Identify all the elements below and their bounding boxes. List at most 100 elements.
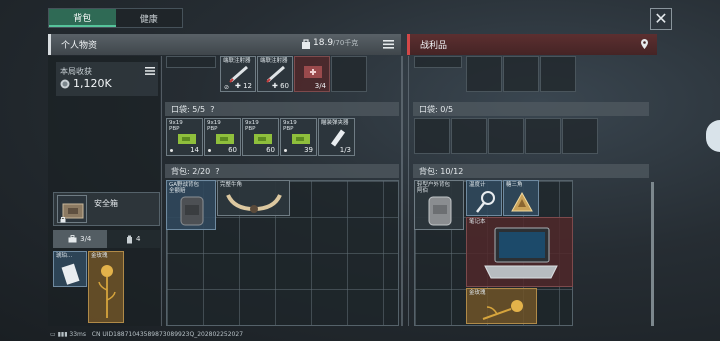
top-item-2[interactable]: 端联注射器 ✚ 60 (257, 56, 293, 92)
top-slot-5[interactable] (331, 56, 367, 92)
loot-pocket-slot-4[interactable] (525, 118, 561, 154)
pocket-item-2-label: 9x19 PBP (207, 120, 221, 133)
backpack-item-1[interactable]: GA野战背包 全额赔 (166, 180, 216, 230)
top-item-3-count: 3/4 (314, 82, 326, 90)
ping-value: 33ms (69, 331, 87, 338)
loot-item-5[interactable]: 金玫瑰 (466, 288, 537, 324)
pocket-item-2[interactable]: 9x19 PBP 60 (204, 118, 241, 156)
pocket-help[interactable]: ? (210, 105, 214, 114)
lock-icon (60, 217, 66, 223)
pocket-item-1[interactable]: 9x19 PBP 14 (166, 118, 203, 156)
top-item-1[interactable]: 端联注射器 ⊘ ✚ 12 (220, 56, 256, 92)
loot-item-1[interactable]: 轻型户外背包 阿伯 (414, 180, 464, 230)
syringe-icon (266, 65, 285, 83)
personal-supplies-title: 个人物资 (61, 41, 98, 51)
earnings-detail-icon[interactable] (145, 67, 155, 75)
pocket-item-5-count: 1/3 (339, 146, 351, 154)
pocket-item-4[interactable]: 9x19 PBP 39 (280, 118, 317, 156)
loot-backpack-title: 背包: 10/12 (419, 166, 464, 176)
loot-pocket-slot-2[interactable] (451, 118, 487, 154)
side-avatar[interactable] (706, 120, 720, 152)
loot-top-slot-2[interactable] (466, 56, 502, 92)
close-button[interactable]: ✕ (650, 8, 672, 30)
earnings-card: 本局收获 1,120K (56, 62, 158, 96)
pocket-item-1-count: 14 (190, 146, 199, 154)
center-divider (401, 56, 403, 326)
quick-tab-toolbox[interactable]: 3/4 (53, 230, 107, 248)
syringe-icon (229, 65, 248, 83)
ammo-box-icon (254, 134, 272, 144)
laptop-icon (484, 227, 558, 279)
pocket-item-3[interactable]: 9x19 PBP 60 (242, 118, 279, 156)
loot-item-2-label: 温度计 (469, 182, 486, 188)
loot-title: 战利品 (420, 41, 448, 51)
tab-health[interactable]: 健康 (116, 9, 183, 27)
quick-tab-flask-count: 4 (136, 235, 141, 243)
loot-item-3[interactable]: 糖三角 (503, 180, 539, 216)
coin-icon (60, 79, 70, 89)
top-item-2-label: 端联注射器 (260, 58, 288, 64)
loot-pocket-bar: 口袋: 0/5 (413, 102, 649, 116)
top-slot-1[interactable] (166, 56, 216, 68)
safe-box-slot[interactable]: 安全箱 (53, 192, 160, 226)
horn-icon (226, 194, 282, 213)
gold-rose-icon (482, 300, 523, 320)
safe-box-label: 安全箱 (94, 199, 118, 208)
signal-icon: ▮▮▮ (57, 331, 68, 338)
pocket-item-1-label: 9x19 PBP (169, 120, 183, 133)
loot-item-4-label: 笔记本 (469, 219, 486, 225)
earnings-value: 1,120K (73, 77, 112, 90)
card-icon (61, 263, 80, 285)
loot-scrollbar[interactable] (651, 182, 654, 326)
backpack-help[interactable]: ? (215, 167, 219, 176)
top-item-1-label: 端联注射器 (223, 58, 251, 64)
pocket-item-5[interactable]: 瞄装弹夹器 1/3 (318, 118, 355, 156)
backpack-title: 背包: 2/20 (171, 166, 211, 176)
location-pin-icon[interactable] (640, 38, 649, 50)
close-icon: ✕ (654, 9, 668, 28)
pocket-item-3-count: 60 (266, 146, 275, 154)
gold-rose-icon (98, 265, 116, 318)
loot-pocket-slot-5[interactable] (562, 118, 598, 154)
pocket-item-5-label: 瞄装弹夹器 (321, 120, 349, 126)
loot-pocket-slot-1[interactable] (414, 118, 450, 154)
list-icon[interactable] (383, 39, 394, 49)
quick-item-1[interactable]: 琥珀... (53, 251, 87, 287)
loot-backpack-bar: 背包: 10/12 (413, 164, 649, 178)
loot-item-2[interactable]: 温度计 (466, 180, 502, 216)
main-tabbar: 背包 健康 (48, 8, 183, 28)
loot-item-1-label: 轻型户外背包 阿伯 (417, 182, 451, 195)
pocket-item-1-dot (170, 149, 173, 152)
quick-item-1-label: 琥珀... (56, 253, 73, 259)
loot-top-slot-3[interactable] (503, 56, 539, 92)
thermometer-icon (476, 191, 495, 213)
pocket-item-2-dot (208, 149, 211, 152)
pocket-item-3-label: 9x19 PBP (245, 120, 259, 133)
weight-value: 18.9 (313, 38, 334, 48)
tab-backpack[interactable]: 背包 (49, 9, 116, 27)
weight-icon (302, 39, 310, 49)
loot-top-slot-1[interactable] (414, 56, 462, 68)
flask-icon (127, 235, 133, 243)
safe-box-item[interactable] (57, 195, 87, 223)
status-bar: ▭ ▮▮▮ 33ms CN UID18871043589873089923Q_2… (50, 331, 243, 338)
loot-item-4[interactable]: 笔记本 (466, 217, 573, 287)
ammo-box-icon (178, 134, 196, 144)
pocket-item-4-count: 39 (304, 146, 313, 154)
quick-item-2[interactable]: 金玫瑰 (88, 251, 124, 323)
backpack-item-2-label: 完整牛角 (220, 182, 243, 188)
weight-limit: /70千克 (333, 39, 359, 47)
uid-text: CN UID18871043589873089923Q_202802252027 (91, 331, 244, 338)
top-item-3[interactable]: 3/4 (294, 56, 330, 92)
top-item-1-count: ✚ 12 (234, 82, 252, 90)
earnings-label: 本局收获 (60, 67, 92, 76)
loot-top-slot-4[interactable] (540, 56, 576, 92)
loot-pocket-slot-3[interactable] (488, 118, 524, 154)
quick-tab-flask[interactable]: 4 (106, 230, 160, 248)
outdoor-backpack-icon (428, 196, 452, 226)
backpack-item-2[interactable]: 完整牛角 (217, 180, 290, 216)
personal-supplies-header: 个人物资 18.9/70千克 (48, 34, 401, 55)
toolbox-icon (68, 235, 77, 243)
battery-icon: ▭ (50, 331, 56, 338)
pocket-item-4-label: 9x19 PBP (283, 120, 297, 133)
